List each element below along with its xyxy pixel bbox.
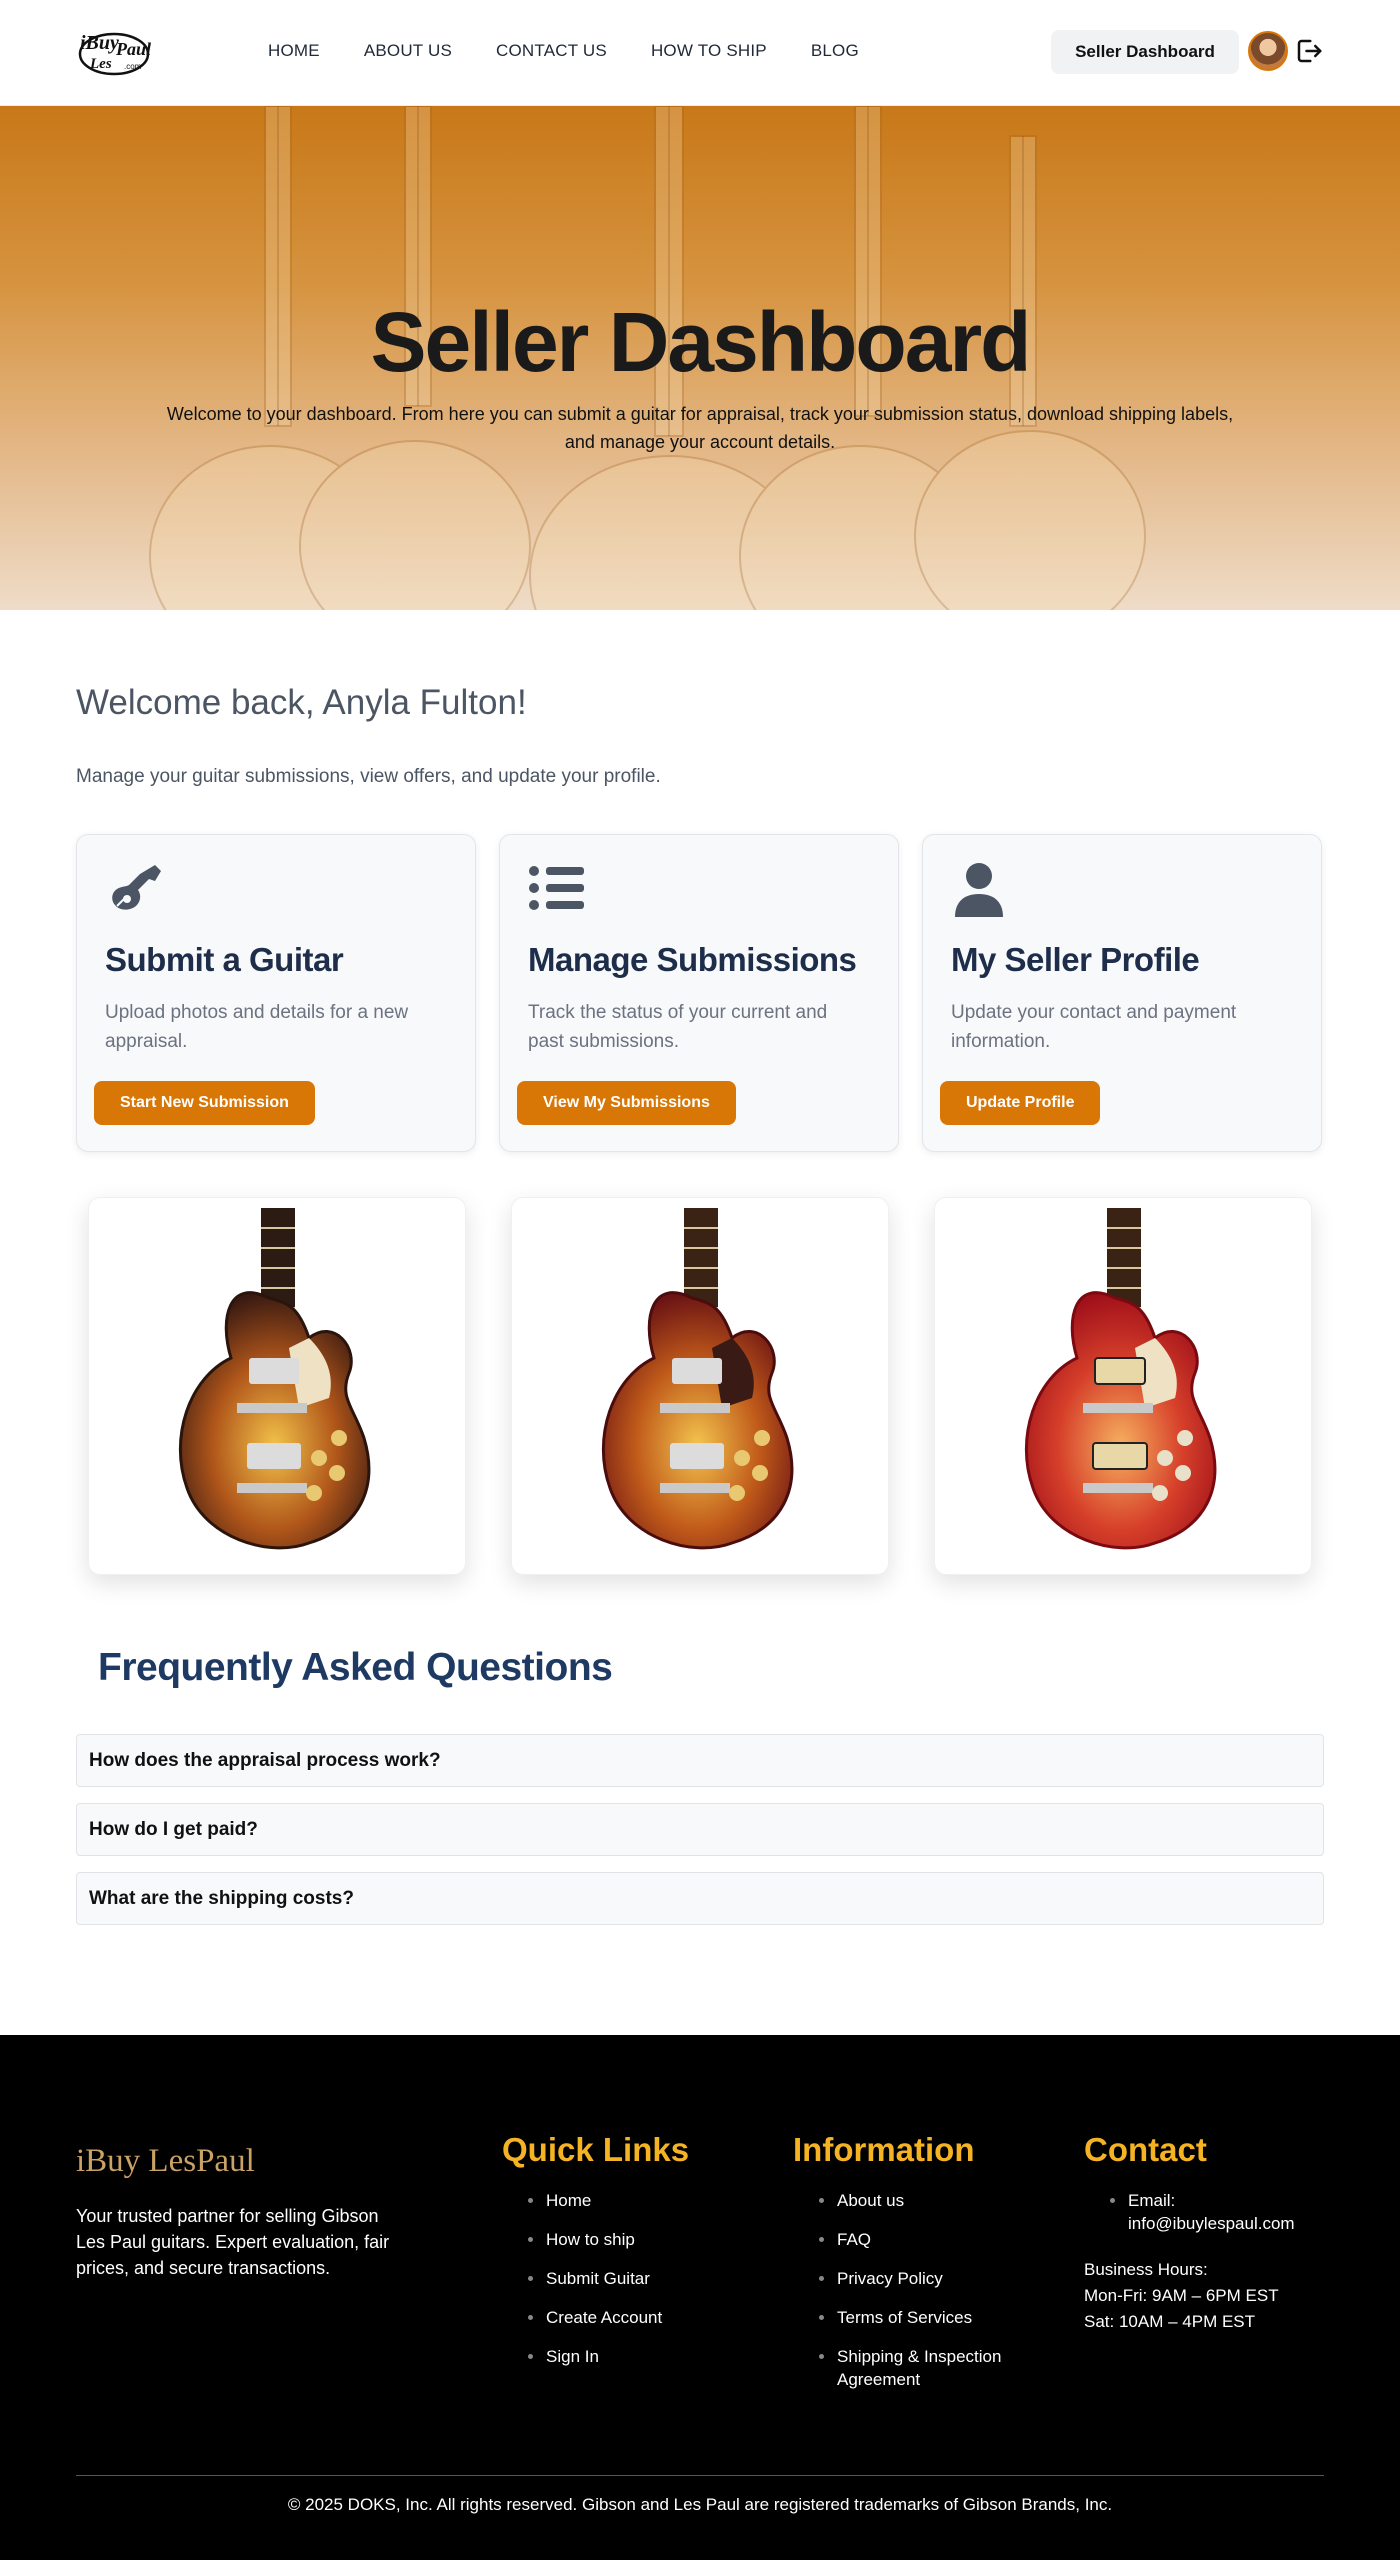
- nav-blog[interactable]: BLOG: [811, 41, 859, 61]
- guitar-image-card: [511, 1197, 889, 1575]
- nav-contact-us[interactable]: CONTACT US: [496, 41, 607, 61]
- footer-contact-email[interactable]: Email: info@ibuylespaul.com: [1110, 2189, 1314, 2235]
- update-profile-button[interactable]: Update Profile: [940, 1081, 1101, 1125]
- manage-submissions-card: Manage Submissions Track the status of y…: [499, 834, 899, 1152]
- guitar-image-card: [934, 1197, 1312, 1575]
- main-nav: HOME ABOUT US CONTACT US HOW TO SHIP BLO…: [268, 41, 903, 61]
- svg-text:iBuy: iBuy: [80, 32, 119, 54]
- hero-title: Seller Dashboard: [370, 295, 1032, 389]
- faq-item-shipping[interactable]: What are the shipping costs?: [76, 1872, 1324, 1925]
- faq-question: How does the appraisal process work?: [89, 1750, 441, 1771]
- view-my-submissions-button[interactable]: View My Submissions: [517, 1081, 736, 1125]
- hours-label: Business Hours:: [1084, 2260, 1208, 2279]
- faq-item-appraisal[interactable]: How does the appraisal process work?: [76, 1734, 1324, 1787]
- faq-question: What are the shipping costs?: [89, 1888, 354, 1909]
- hero-banner: Seller Dashboard Welcome to your dashboa…: [0, 106, 1400, 610]
- footer-logo[interactable]: iBuy LesPaul: [76, 2143, 255, 2180]
- nav-home[interactable]: HOME: [268, 41, 320, 61]
- footer-link-shipping-agreement[interactable]: Shipping & Inspection Agreement: [819, 2345, 1023, 2391]
- footer-copyright: © 2025 DOKS, Inc. All rights reserved. G…: [287, 2495, 1113, 2514]
- submit-guitar-card: Submit a Guitar Upload photos and detail…: [76, 834, 476, 1152]
- guitar-image-card: [88, 1197, 466, 1575]
- quick-links-title: Quick Links: [502, 2131, 690, 2168]
- hours-weekday: Mon-Fri: 9AM – 6PM EST: [1084, 2286, 1279, 2305]
- svg-text:Paul: Paul: [115, 39, 151, 59]
- footer-link-how-to-ship[interactable]: How to ship: [528, 2228, 689, 2251]
- hero-subtitle: Welcome to your dashboard. From here you…: [166, 404, 1234, 452]
- site-footer: iBuy LesPaul Your trusted partner for se…: [0, 2035, 1400, 2560]
- logout-icon[interactable]: [1294, 36, 1324, 66]
- nav-how-to-ship[interactable]: HOW TO SHIP: [651, 41, 767, 61]
- submit-guitar-text: Upload photos and details for a new appr…: [105, 1002, 409, 1052]
- nav-about-us[interactable]: ABOUT US: [364, 41, 452, 61]
- footer-link-home[interactable]: Home: [528, 2189, 689, 2212]
- seller-profile-card: My Seller Profile Update your contact an…: [922, 834, 1322, 1152]
- manage-submissions-text: Track the status of your current and pas…: [528, 1002, 828, 1052]
- seller-profile-title: My Seller Profile: [951, 941, 1200, 978]
- ibuylespaul-logo[interactable]: iBuy Paul Les .com: [76, 24, 156, 80]
- footer-information: Information About us FAQ Privacy Policy …: [793, 2131, 1023, 2407]
- guitar-icon: [112, 865, 161, 910]
- list-icon: [529, 866, 584, 910]
- footer-contact: Contact Email: info@ibuylespaul.com Busi…: [1084, 2131, 1314, 2335]
- footer-divider: [76, 2475, 1324, 2476]
- les-paul-cherry-sunburst-image: [1024, 1208, 1217, 1550]
- svg-text:Les: Les: [89, 56, 112, 72]
- footer-quick-links: Quick Links Home How to ship Submit Guit…: [502, 2131, 689, 2384]
- footer-link-privacy-policy[interactable]: Privacy Policy: [819, 2267, 1023, 2290]
- footer-link-about-us[interactable]: About us: [819, 2189, 1023, 2212]
- hours-saturday: Sat: 10AM – 4PM EST: [1084, 2312, 1256, 2331]
- faq-item-payment[interactable]: How do I get paid?: [76, 1803, 1324, 1856]
- contact-title: Contact: [1084, 2131, 1207, 2168]
- site-header: iBuy Paul Les .com HOME ABOUT US CONTACT…: [0, 0, 1400, 106]
- start-new-submission-button[interactable]: Start New Submission: [94, 1081, 315, 1125]
- user-icon: [955, 863, 1003, 917]
- footer-link-submit-guitar[interactable]: Submit Guitar: [528, 2267, 689, 2290]
- les-paul-bourbon-burst-image: [601, 1208, 794, 1550]
- business-hours: Business Hours: Mon-Fri: 9AM – 6PM EST S…: [1084, 2257, 1314, 2335]
- seller-profile-text: Update your contact and payment informat…: [951, 1002, 1237, 1052]
- footer-link-faq[interactable]: FAQ: [819, 2228, 1023, 2251]
- seller-dashboard-button[interactable]: Seller Dashboard: [1051, 30, 1239, 74]
- submit-guitar-title: Submit a Guitar: [105, 941, 344, 978]
- avatar[interactable]: [1248, 31, 1288, 71]
- faq-title: Frequently Asked Questions: [98, 1646, 613, 1689]
- footer-link-terms[interactable]: Terms of Services: [819, 2306, 1023, 2329]
- svg-text:.com: .com: [124, 62, 142, 71]
- information-title: Information: [793, 2131, 975, 2168]
- manage-submissions-title: Manage Submissions: [528, 941, 857, 978]
- footer-link-create-account[interactable]: Create Account: [528, 2306, 689, 2329]
- les-paul-tobacco-burst-image: [178, 1208, 371, 1550]
- faq-question: How do I get paid?: [89, 1819, 258, 1840]
- welcome-subtext: Manage your guitar submissions, view off…: [76, 766, 661, 787]
- welcome-heading: Welcome back, Anyla Fulton!: [76, 683, 527, 722]
- footer-link-sign-in[interactable]: Sign In: [528, 2345, 689, 2368]
- footer-tagline: Your trusted partner for selling Gibson …: [76, 2206, 390, 2278]
